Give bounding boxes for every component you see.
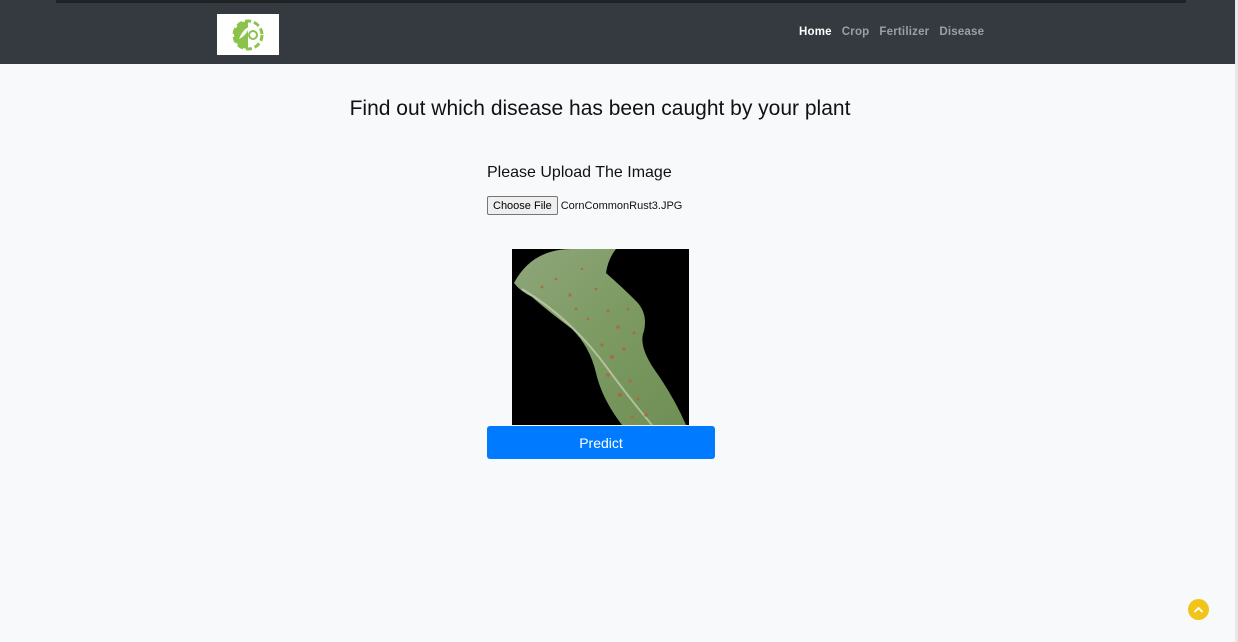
uploaded-image-preview: [512, 249, 689, 425]
corn-leaf-image: [514, 249, 686, 425]
chevron-up-icon: [1194, 607, 1203, 613]
brand-logo[interactable]: [217, 14, 279, 55]
predict-button[interactable]: Predict: [487, 426, 715, 459]
file-input: Choose File CornCommonRust3.JPG: [487, 196, 682, 215]
navbar: Home Crop Fertilizer Disease: [0, 0, 1238, 64]
nav-link-disease[interactable]: Disease: [939, 26, 984, 38]
page-title: Find out which disease has been caught b…: [349, 97, 851, 120]
choose-file-button[interactable]: Choose File: [487, 196, 558, 215]
leaf-gear-logo-icon: [232, 19, 264, 50]
nav-link-home[interactable]: Home: [799, 26, 832, 38]
scroll-to-top-button[interactable]: [1188, 599, 1209, 620]
nav-link-fertilizer[interactable]: Fertilizer: [879, 26, 929, 38]
navbar-top-border: [56, 0, 1186, 3]
nav-link-crop[interactable]: Crop: [842, 26, 870, 38]
upload-label: Please Upload The Image: [487, 164, 672, 181]
nav-links: Home Crop Fertilizer Disease: [799, 26, 984, 38]
selected-file-name: CornCommonRust3.JPG: [560, 199, 683, 212]
